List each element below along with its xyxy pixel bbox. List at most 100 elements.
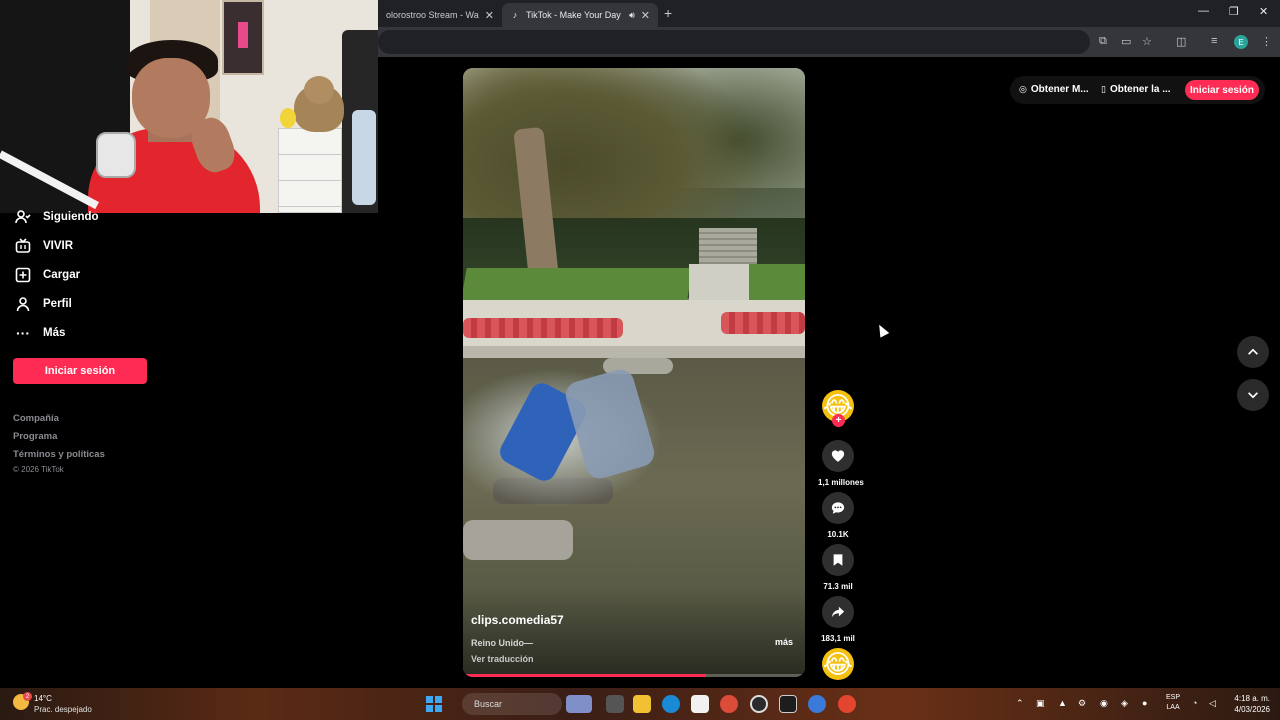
tab-title: TikTok - Make Your Day — [526, 10, 621, 20]
coin-icon: ◎ — [1019, 84, 1027, 94]
previous-video-button[interactable] — [1237, 336, 1269, 368]
settings-icon[interactable] — [808, 695, 826, 713]
gear-icon[interactable]: ⚙ — [1078, 698, 1086, 709]
language-line: ESP — [1166, 694, 1181, 701]
music-disc[interactable]: 😂 — [822, 648, 854, 680]
like-action[interactable]: 1,1 millones — [818, 440, 864, 487]
reading-list-icon[interactable]: ≡ — [1211, 35, 1217, 47]
restore-icon[interactable]: ❐ — [1229, 5, 1239, 18]
clock-time: 4:18 a. m. — [1234, 694, 1270, 703]
plus-icon[interactable]: + — [832, 414, 845, 427]
tab-tiktok[interactable]: ♪ TikTok - Make Your Day 🔊︎ ✕ — [502, 3, 658, 27]
volume-icon[interactable]: ◁ — [1209, 698, 1216, 709]
microphone-icon[interactable]: ● — [1142, 698, 1147, 708]
store-icon[interactable] — [691, 695, 709, 713]
taskbar-search[interactable]: Buscar — [462, 693, 562, 715]
comment-count: 10.1K — [827, 530, 849, 539]
profile-icon — [14, 295, 32, 313]
widgets-icon[interactable] — [566, 695, 592, 713]
copyright-text: © 2026 TikTok — [13, 465, 64, 474]
install-icon[interactable]: ▭ — [1121, 35, 1131, 48]
bookmark-icon[interactable] — [822, 544, 854, 576]
clock-date: 4/03/2026 — [1234, 705, 1270, 714]
close-tab-icon[interactable]: ✕ — [485, 9, 494, 22]
plus-icon[interactable]: + — [664, 5, 672, 21]
tray-app-icon[interactable]: ▲ — [1058, 698, 1067, 708]
tab-stream[interactable]: olorostroo Stream - Watch ✕ — [378, 3, 502, 27]
chrome-profile-icon[interactable] — [838, 695, 856, 713]
footer-link-company[interactable]: Compañía — [13, 413, 59, 424]
save-action[interactable]: 71.3 mil — [818, 544, 858, 591]
profile-avatar[interactable]: E — [1234, 35, 1248, 49]
screen: olorostroo Stream - Watch ✕ ♪ TikTok - M… — [0, 0, 1280, 720]
heart-icon[interactable] — [822, 440, 854, 472]
language-indicator[interactable]: ESP LAA — [1166, 693, 1180, 713]
footer-link-terms[interactable]: Términos y políticas — [13, 449, 105, 460]
mouse-cursor — [874, 322, 890, 338]
upload-icon — [14, 266, 32, 284]
chevron-up-icon[interactable]: ⌃ — [1016, 698, 1024, 709]
share-action[interactable]: 183,1 mil — [818, 596, 858, 643]
live-icon — [14, 237, 32, 255]
close-icon[interactable]: ✕ — [1259, 5, 1268, 18]
task-view-icon[interactable] — [606, 695, 624, 713]
language-line: LAA — [1166, 704, 1180, 711]
more-icon: ··· — [16, 325, 30, 341]
sidebar-item-label: Perfil — [43, 298, 72, 310]
video-caption: Reino Unido— — [471, 638, 533, 648]
weather-temperature[interactable]: 14°C — [34, 694, 52, 703]
sidebar-login-button[interactable]: Iniciar sesión — [13, 358, 147, 384]
translate-link[interactable]: Ver traducción — [471, 654, 534, 664]
next-video-button[interactable] — [1237, 379, 1269, 411]
file-explorer-icon[interactable] — [633, 695, 651, 713]
sidebar-item-label: Siguiendo — [43, 211, 99, 223]
clock[interactable]: 4:18 a. m. 4/03/2026 — [1228, 693, 1270, 715]
tray-app-icon[interactable]: ◈ — [1121, 698, 1128, 709]
video-player[interactable]: clips.comedia57 Reino Unido— más Ver tra… — [463, 68, 805, 677]
extensions-icon[interactable]: ◫ — [1176, 35, 1186, 48]
comment-icon[interactable] — [822, 492, 854, 524]
share-icon[interactable] — [822, 596, 854, 628]
edge-icon[interactable] — [662, 695, 680, 713]
search-label: Buscar — [474, 699, 503, 709]
header-login-button[interactable]: Iniciar sesión — [1185, 80, 1259, 100]
weather-condition[interactable]: Prac. despejado — [34, 705, 92, 714]
footer-link-program[interactable]: Programa — [13, 431, 57, 442]
tab-title: olorostroo Stream - Watch — [386, 10, 479, 20]
share-count: 183,1 mil — [821, 634, 855, 643]
minimize-icon[interactable]: — — [1198, 5, 1209, 17]
get-app-label: Obtener la ... — [1109, 84, 1171, 95]
sidebar-item-following[interactable]: Siguiendo — [14, 206, 99, 228]
obs-icon[interactable] — [750, 695, 768, 713]
sidebar-item-more[interactable]: ··· Más — [14, 322, 65, 344]
sidebar-item-profile[interactable]: Perfil — [14, 293, 72, 315]
sidebar-item-upload[interactable]: Cargar — [14, 264, 80, 286]
address-bar[interactable] — [378, 30, 1090, 54]
weather-badge: 2 — [23, 692, 32, 701]
bookmark-star-icon[interactable]: ☆ — [1142, 35, 1152, 48]
comment-action[interactable]: 10.1K — [818, 492, 858, 539]
windows-start-icon[interactable] — [426, 696, 442, 712]
wifi-icon[interactable]: ◔ — [1192, 698, 1197, 708]
chrome-icon[interactable] — [720, 695, 738, 713]
microphone — [96, 132, 136, 178]
phone-icon: ▯ — [1101, 84, 1106, 94]
speaker-icon[interactable]: 🔊︎ — [629, 10, 635, 21]
close-tab-icon[interactable]: ✕ — [641, 9, 650, 22]
chevron-up-icon — [1248, 348, 1258, 355]
translate-icon[interactable]: ⧉ — [1099, 35, 1107, 48]
get-app-link[interactable]: ▯ Obtener la ... — [1101, 84, 1171, 95]
sidebar-item-label: VIVIR — [43, 240, 74, 252]
tiktok-favicon-icon: ♪ — [512, 10, 518, 20]
webcam-overlay — [0, 0, 378, 213]
tray-app-icon[interactable]: ◉ — [1100, 698, 1108, 709]
menu-icon[interactable]: ⋮ — [1261, 35, 1272, 48]
get-coins-label: Obtener M... — [1030, 84, 1089, 95]
sidebar-item-label: Cargar — [43, 269, 81, 281]
video-author[interactable]: clips.comedia57 — [471, 613, 564, 627]
caption-more-link[interactable]: más — [775, 637, 793, 647]
tray-app-icon[interactable]: ▣ — [1036, 698, 1045, 709]
sidebar-item-live[interactable]: VIVIR — [14, 235, 73, 257]
app-icon[interactable] — [779, 695, 797, 713]
get-coins-link[interactable]: ◎ Obtener M... — [1019, 84, 1089, 95]
